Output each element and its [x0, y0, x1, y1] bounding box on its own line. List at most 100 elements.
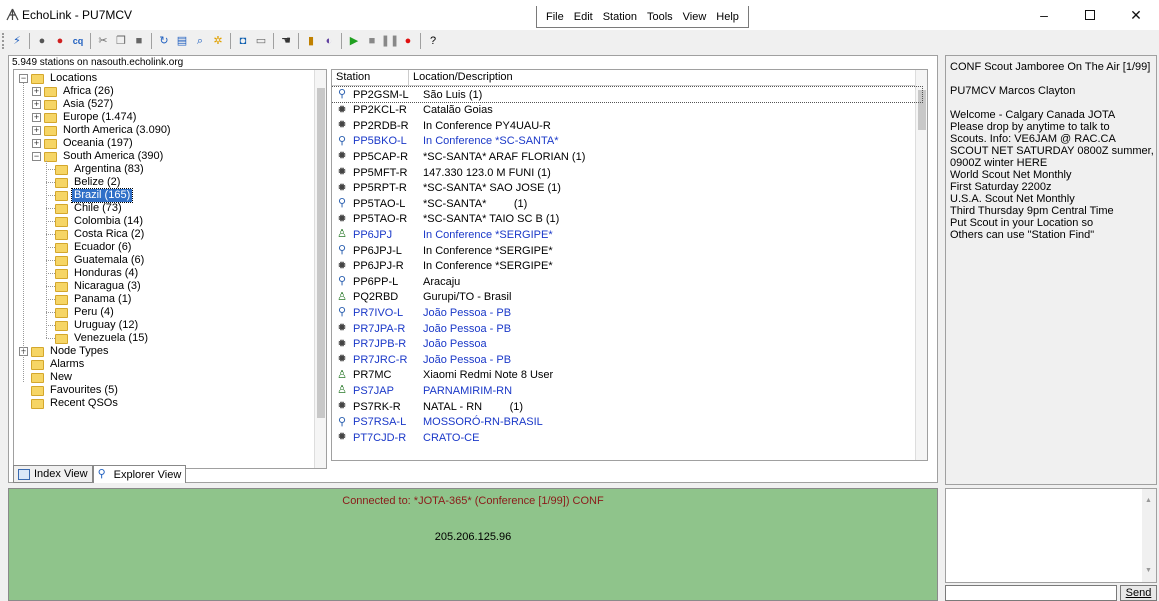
tree-item[interactable]: Recent QSOs [19, 397, 120, 410]
station-row[interactable]: ✹ PP5RPT-R *SC-SANTA* SAO JOSE (1) [332, 181, 922, 196]
toolbar-grip[interactable] [2, 33, 6, 49]
expand-icon[interactable]: + [32, 139, 41, 148]
tree-item[interactable]: Belize (2) [55, 176, 122, 189]
minimize-button[interactable]: – [1021, 0, 1067, 30]
chat-input[interactable] [945, 585, 1117, 601]
station-row[interactable]: ♙ PS7JAP PARNAMIRIM-RN [332, 383, 922, 398]
tree-scrollbar[interactable] [314, 70, 326, 468]
tree-item[interactable]: + Europe (1.474) [32, 111, 138, 124]
column-header-station[interactable]: Station [332, 70, 409, 86]
menu-help[interactable]: Help [711, 7, 744, 27]
tree-item[interactable]: Nicaragua (3) [55, 280, 143, 293]
help-icon[interactable]: ? [425, 33, 441, 49]
station-row[interactable]: ♙ PR7MC Xiaomi Redmi Note 8 User [332, 368, 922, 383]
tab-explorer-view[interactable]: ⚲ Explorer View [92, 465, 187, 483]
maximize-button[interactable] [1067, 0, 1113, 30]
station-row[interactable]: ✹ PR7JPA-R João Pessoa - PB [332, 321, 922, 336]
station-row[interactable]: ✹ PP6JPJ-R In Conference *SERGIPE* [332, 259, 922, 274]
tree-scroll-thumb[interactable] [317, 88, 325, 418]
tree-item[interactable]: − South America (390) [32, 150, 165, 163]
station-row[interactable]: ✹ PP5MFT-R 147.330 123.0 M FUNI (1) [332, 165, 922, 180]
station-row[interactable]: ✹ PR7JRC-R João Pessoa - PB [332, 352, 922, 367]
delete-icon[interactable]: ■ [131, 33, 147, 49]
tab-index-view[interactable]: Index View [13, 465, 93, 483]
tree-item[interactable]: Panama (1) [55, 293, 133, 306]
expand-icon[interactable]: + [32, 100, 41, 109]
station-row[interactable]: ♙ PQ2RBD Gurupi/TO - Brasil [332, 290, 922, 305]
scroll-down-icon[interactable]: ▼ [1145, 567, 1152, 574]
menu-view[interactable]: View [678, 7, 712, 27]
tree-item[interactable]: Venezuela (15) [55, 332, 150, 345]
station-row[interactable]: ⚲ PP2GSM-L São Luis (1) [332, 86, 923, 103]
alert-icon[interactable]: ✲ [210, 33, 226, 49]
tree-item[interactable]: + Node Types [19, 345, 111, 358]
tree-item[interactable]: Brazil (165) [55, 188, 134, 203]
tree-item[interactable]: Favourites (5) [19, 384, 120, 397]
location-tree[interactable]: − Locations + Africa (26) + Asia (527) + Europe… [13, 69, 327, 469]
chat-icon[interactable]: ▤ [174, 33, 190, 49]
find-icon[interactable]: ⌕ [192, 33, 208, 49]
close-button[interactable]: ✕ [1113, 0, 1159, 30]
station-list[interactable]: Station Location/Description ⚲ PP2GSM-L Sã… [331, 69, 928, 461]
stop-icon[interactable]: ■ [364, 33, 380, 49]
station-row[interactable]: ✹ PP5TAO-R *SC-SANTA* TAIO SC B (1) [332, 212, 922, 227]
menu-file[interactable]: File [541, 7, 569, 27]
send-button[interactable]: Send [1120, 585, 1157, 601]
tree-item[interactable]: Colombia (14) [55, 215, 145, 228]
tree-item[interactable]: Costa Rica (2) [55, 228, 146, 241]
record-icon[interactable]: ● [400, 33, 416, 49]
disconnect-icon[interactable]: ● [52, 33, 68, 49]
station-row[interactable]: ⚲ PP5TAO-L *SC-SANTA* (1) [332, 196, 922, 211]
station-row[interactable]: ⚲ PP5BKO-L In Conference *SC-SANTA* [332, 134, 922, 149]
hand-icon[interactable]: ☚ [278, 33, 294, 49]
station-row[interactable]: ⚲ PR7IVO-L João Pessoa - PB [332, 305, 922, 320]
tree-item[interactable]: Uruguay (12) [55, 319, 140, 332]
tree-item[interactable]: + Oceania (197) [32, 137, 135, 150]
tree-item[interactable]: + Africa (26) [32, 85, 116, 98]
station-row[interactable]: ✹ PS7RK-R NATAL - RN (1) [332, 399, 922, 414]
connect-icon[interactable]: ⚡ [9, 33, 25, 49]
menu-tools[interactable]: Tools [642, 7, 678, 27]
menu-edit[interactable]: Edit [569, 7, 598, 27]
tree-item[interactable]: Ecuador (6) [55, 241, 133, 254]
collapse-icon[interactable]: − [32, 152, 41, 161]
scroll-up-icon[interactable]: ▲ [1145, 497, 1152, 504]
station-row[interactable]: ♙ PP6JPJ In Conference *SERGIPE* [332, 227, 922, 242]
expand-icon[interactable]: + [32, 126, 41, 135]
tree-item[interactable]: Argentina (83) [55, 163, 146, 176]
tree-item[interactable]: Guatemala (6) [55, 254, 146, 267]
station-row[interactable]: ✹ PP2KCL-R Catalão Goias [332, 103, 922, 118]
station-row[interactable]: ✹ PR7JPB-R João Pessoa [332, 337, 922, 352]
cq-icon[interactable]: cq [70, 33, 86, 49]
tree-item[interactable]: Alarms [19, 358, 86, 371]
conference-icon[interactable]: ● [34, 33, 50, 49]
chat-scrollbar[interactable]: ▲ ▼ [1142, 489, 1156, 582]
properties-icon[interactable]: ◐ [321, 33, 337, 49]
pause-icon[interactable]: ❚❚ [381, 33, 399, 49]
chat-log[interactable]: ▲ ▼ [945, 488, 1157, 583]
tree-item[interactable]: + North America (3.090) [32, 124, 173, 137]
station-row[interactable]: ⚲ PP6PP-L Aracaju [332, 274, 922, 289]
copy-icon[interactable]: ❐ [113, 33, 129, 49]
expand-icon[interactable]: + [32, 87, 41, 96]
collapse-icon[interactable]: − [19, 74, 28, 83]
tree-item[interactable]: − Locations [19, 72, 99, 85]
station-row[interactable]: ⚲ PP6JPJ-L In Conference *SERGIPE* [332, 243, 922, 258]
tree-item[interactable]: New [19, 371, 74, 384]
column-header-location[interactable]: Location/Description [409, 70, 916, 86]
cut-icon[interactable]: ✂ [95, 33, 111, 49]
tree-item[interactable]: Peru (4) [55, 306, 116, 319]
station-row[interactable]: ✹ PP2RDB-R In Conference PY4UAU-R [332, 118, 922, 133]
menu-station[interactable]: Station [598, 7, 642, 27]
station-row[interactable]: ✹ PT7CJD-R CRATO-CE [332, 430, 922, 445]
play-icon[interactable]: ▶ [346, 33, 362, 49]
tree-item[interactable]: Honduras (4) [55, 267, 140, 280]
station-row[interactable]: ✹ PP5CAP-R *SC-SANTA* ARAF FLORIAN (1) [332, 149, 922, 164]
expand-icon[interactable]: + [32, 113, 41, 122]
tree-item[interactable]: + Asia (527) [32, 98, 115, 111]
info-icon[interactable]: ▭ [253, 33, 269, 49]
stats-icon[interactable]: ▮ [303, 33, 319, 49]
station-row[interactable]: ⚲ PS7RSA-L MOSSORÓ-RN-BRASIL [332, 415, 922, 430]
refresh-icon[interactable]: ↻ [156, 33, 172, 49]
sysop-icon[interactable]: ◘ [235, 33, 251, 49]
